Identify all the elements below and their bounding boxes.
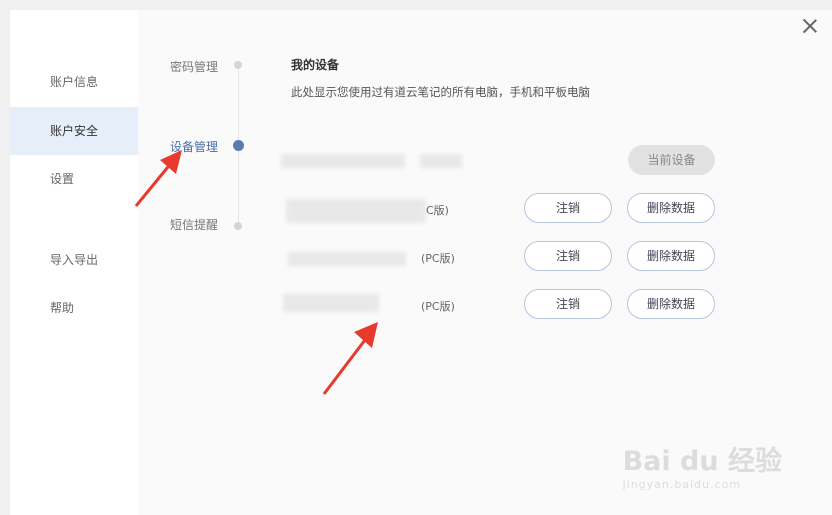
device-name-redacted (420, 154, 462, 168)
subnav-dot-active (233, 140, 244, 151)
sidebar-item-label: 账户信息 (50, 75, 99, 89)
delete-data-button[interactable]: 删除数据 (627, 241, 715, 271)
annotation-arrow-icon (322, 322, 378, 395)
logout-button[interactable]: 注销 (524, 241, 612, 271)
sidebar-item-account-info[interactable]: 账户信息 (10, 58, 138, 106)
subnav-dot (234, 61, 242, 69)
device-name-redacted (286, 199, 426, 223)
sidebar-item-label: 帮助 (50, 301, 75, 315)
subnav-sms-reminder[interactable]: 短信提醒 (170, 216, 218, 233)
sidebar-item-label: 设置 (50, 172, 75, 186)
delete-data-button[interactable]: 删除数据 (627, 289, 715, 319)
logout-button[interactable]: 注销 (524, 193, 612, 223)
sidebar-item-account-security[interactable]: 账户安全 (10, 107, 138, 155)
watermark-logo-text: Bai du 经验 (622, 446, 782, 477)
sidebar-item-import-export[interactable]: 导入导出 (10, 236, 138, 284)
button-label: 注销 (555, 297, 580, 311)
button-label: 删除数据 (646, 249, 695, 263)
baidu-jingyan-watermark: Bai du 经验 jingyan.baidu.com (623, 439, 782, 491)
button-label: 注销 (555, 201, 580, 215)
current-device-button: 当前设备 (628, 145, 715, 175)
subnav-dot (234, 222, 242, 230)
sidebar-item-label: 账户安全 (50, 124, 99, 138)
subnav-password-management[interactable]: 密码管理 (170, 58, 218, 75)
watermark-url: jingyan.baidu.com (622, 478, 742, 491)
device-name-redacted (283, 294, 379, 312)
annotation-arrow-icon (134, 150, 182, 207)
button-label: 删除数据 (646, 297, 695, 311)
device-type-label: C版) (426, 204, 449, 217)
main-panel: 密码管理 设备管理 短信提醒 我的设备 此处显示您使用过有道云笔记的所有电脑，手… (138, 10, 832, 515)
page-title: 我的设备 (291, 58, 340, 72)
button-label: 当前设备 (647, 153, 696, 167)
sidebar-item-help[interactable]: 帮助 (10, 284, 138, 332)
sidebar: 账户信息 账户安全 设置 导入导出 帮助 (10, 10, 138, 515)
button-label: 注销 (555, 249, 580, 263)
device-type-label: (PC版) (421, 252, 455, 265)
device-type-label: (PC版) (421, 300, 455, 313)
sidebar-item-label: 导入导出 (50, 253, 99, 267)
delete-data-button[interactable]: 删除数据 (627, 193, 715, 223)
close-icon[interactable] (802, 18, 818, 34)
page-description: 此处显示您使用过有道云笔记的所有电脑，手机和平板电脑 (291, 85, 590, 99)
sidebar-item-settings[interactable]: 设置 (10, 155, 138, 203)
device-name-redacted (281, 154, 405, 168)
button-label: 删除数据 (646, 201, 695, 215)
logout-button[interactable]: 注销 (524, 289, 612, 319)
device-name-redacted (288, 252, 406, 266)
